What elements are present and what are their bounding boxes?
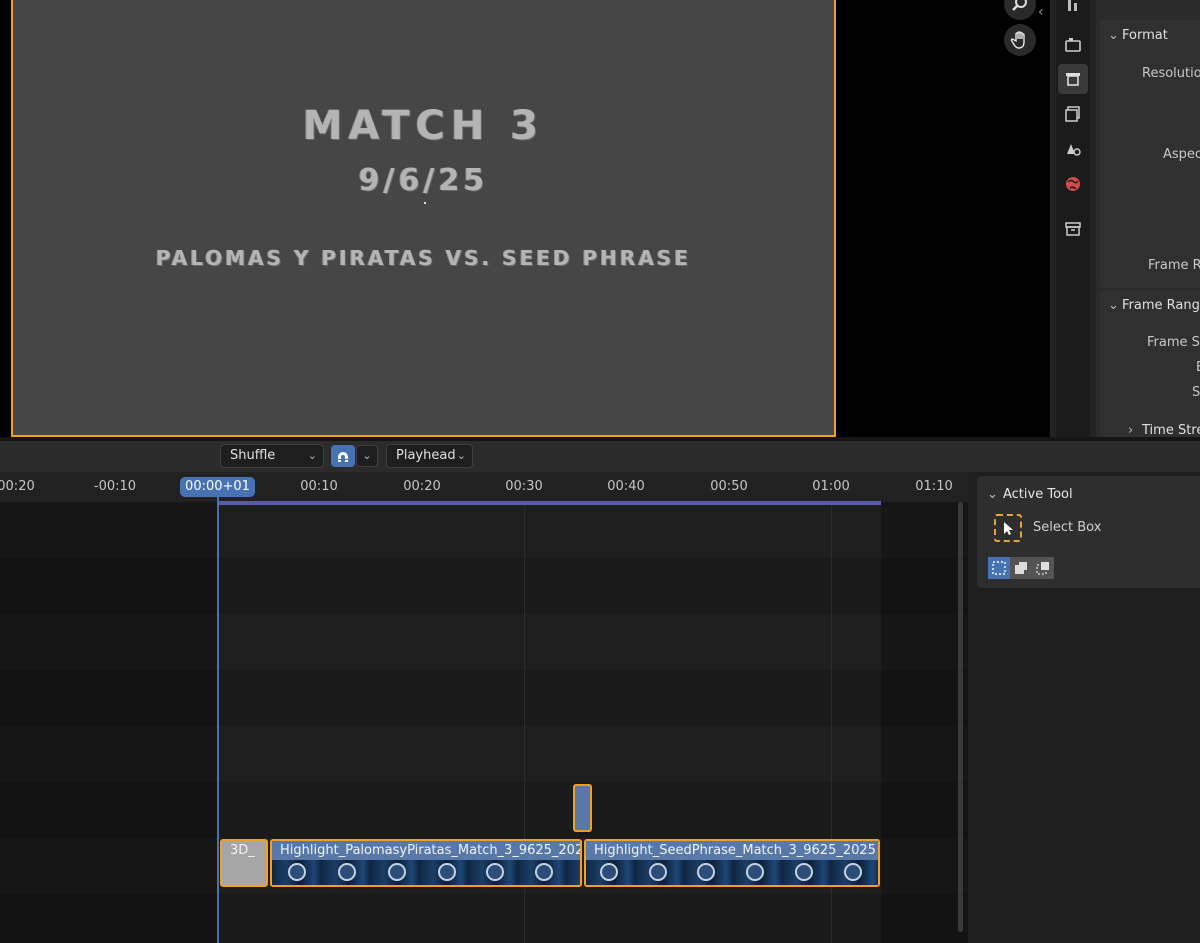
preview-canvas[interactable]: MATCH 3 9/6/25 PALOMAS Y PIRATAS VS. SEE… — [11, 0, 836, 437]
preview-origin-dot — [424, 202, 426, 204]
tick-label: 00:10 — [300, 479, 338, 494]
format-panel: ⌄ Format Resolutio Aspec Frame R — [1100, 20, 1200, 288]
sidebar-toggle-icon[interactable]: ‹ — [1038, 2, 1048, 22]
active-tool-header[interactable]: ⌄ Active Tool — [987, 487, 1073, 502]
snap-to-value: Playhead — [396, 448, 456, 463]
select-mode-extend-button[interactable] — [1010, 557, 1032, 579]
resolution-label: Resolutio — [1142, 66, 1200, 81]
thumbnail-logo-icon — [697, 863, 715, 881]
playhead-line[interactable] — [217, 497, 219, 943]
frame-end-label: E — [1196, 360, 1200, 375]
tick-label: 00:50 — [710, 479, 748, 494]
thumbnail-logo-icon — [746, 863, 764, 881]
preview-area[interactable]: MATCH 3 9/6/25 PALOMAS Y PIRATAS VS. SEE… — [0, 0, 1050, 438]
sequencer-header: Shuffle ⌄ ⌄ Playhead ⌄ — [0, 441, 1200, 472]
frame-range-panel: ⌄Frame Rang Frame S E S ›Time Stre — [1100, 290, 1200, 450]
sequencer-timeline[interactable]: 00:20 -00:10 00:10 00:20 00:30 00:40 00:… — [0, 472, 968, 943]
thumbnail-logo-icon — [388, 863, 406, 881]
text-strip-label: 3D_ — [230, 843, 255, 858]
thumbnail-logo-icon — [600, 863, 618, 881]
magnet-icon[interactable] — [331, 445, 355, 467]
output-icon[interactable] — [1058, 64, 1088, 94]
time-stretch-header-label: Time Stre — [1142, 423, 1200, 438]
frame-rate-label: Frame R — [1148, 258, 1200, 273]
active-tool-name: Select Box — [1033, 520, 1102, 535]
small-strip[interactable] — [573, 784, 592, 832]
scene-icon[interactable] — [1058, 134, 1088, 164]
out-of-range-region — [881, 502, 968, 943]
out-of-range-region — [0, 502, 219, 943]
collection-icon[interactable] — [1058, 214, 1088, 244]
chevron-down-icon: ⌄ — [456, 449, 466, 462]
overlap-mode-value: Shuffle — [230, 448, 276, 463]
thumbnail-logo-icon — [844, 863, 862, 881]
chevron-down-icon: ⌄ — [987, 487, 998, 502]
preview-teams: PALOMAS Y PIRATAS VS. SEED PHRASE — [156, 246, 691, 270]
strip-thumbnails — [586, 860, 878, 885]
vertical-scrollbar[interactable] — [958, 502, 963, 932]
snap-options-chevron-icon[interactable]: ⌄ — [356, 445, 378, 467]
movie-strip-label: Highlight_SeedPhrase_Match_3_9625_2025 — [586, 841, 878, 860]
thumbnail-logo-icon — [535, 863, 553, 881]
select-box-icon[interactable] — [994, 514, 1022, 542]
thumbnail-logo-icon — [795, 863, 813, 881]
select-mode-subtract-button[interactable] — [1032, 557, 1054, 579]
view-layer-icon[interactable] — [1058, 99, 1088, 129]
active-tool-header-label: Active Tool — [1003, 487, 1073, 502]
strip-thumbnails — [272, 860, 580, 885]
time-ruler[interactable]: 00:20 -00:10 00:10 00:20 00:30 00:40 00:… — [0, 472, 968, 502]
select-mode-new-button[interactable] — [988, 557, 1010, 579]
tick-label: 01:00 — [812, 479, 850, 494]
time-stretch-header[interactable]: › Time Stre — [1128, 423, 1200, 438]
thumbnail-logo-icon — [288, 863, 306, 881]
frame-step-label: S — [1192, 385, 1200, 400]
frame-range-header[interactable]: ⌄ Frame Rang — [1108, 298, 1200, 313]
snap-to-dropdown[interactable]: Playhead ⌄ — [386, 444, 473, 468]
movie-strip-palomas[interactable]: Highlight_PalomasyPiratas_Match_3_9625_2… — [270, 839, 582, 887]
hand-icon[interactable] — [1004, 24, 1036, 56]
tick-label: 01:10 — [915, 479, 953, 494]
format-header-label: Format — [1122, 28, 1168, 43]
tick-label: 00:40 — [607, 479, 645, 494]
overlap-mode-dropdown[interactable]: Shuffle ⌄ — [220, 444, 324, 468]
render-icon[interactable] — [1058, 30, 1088, 60]
tool-icon[interactable] — [1058, 0, 1088, 20]
current-time-indicator[interactable]: 00:00+01 — [180, 477, 255, 497]
thumbnail-logo-icon — [649, 863, 667, 881]
active-tool-panel: ⌄ Active Tool Select Box — [977, 476, 1200, 588]
thumbnail-logo-icon — [338, 863, 356, 881]
tick-label: 00:20 — [403, 479, 441, 494]
properties-editor: ⌄ Format Resolutio Aspec Frame R ⌄ Frame R… — [1050, 0, 1200, 450]
frame-range-bar — [219, 501, 881, 505]
tick-label: 00:30 — [505, 479, 543, 494]
chevron-down-icon: ⌄ — [307, 449, 317, 462]
preview-title: MATCH 3 — [302, 103, 545, 149]
format-panel-header[interactable]: ⌄ Format — [1108, 28, 1168, 43]
thumbnail-logo-icon — [486, 863, 504, 881]
preview-date: 9/6/25 — [358, 163, 489, 198]
tool-settings-panel: ⌄ Active Tool Select Box — [968, 472, 1200, 943]
text-strip[interactable]: 3D_ — [220, 839, 268, 887]
tick-label: 00:20 — [0, 479, 35, 494]
zoom-icon[interactable] — [1004, 0, 1036, 20]
aspect-label: Aspec — [1163, 147, 1200, 162]
world-icon[interactable] — [1058, 169, 1088, 199]
movie-strip-label: Highlight_PalomasyPiratas_Match_3_9625_2… — [272, 841, 580, 860]
movie-strip-seedphrase[interactable]: Highlight_SeedPhrase_Match_3_9625_2025 — [584, 839, 880, 887]
frame-range-header-label: Frame Rang — [1122, 298, 1200, 313]
properties-tabs — [1056, 0, 1090, 438]
frame-start-label: Frame S — [1147, 335, 1200, 350]
tick-label: -00:10 — [93, 479, 137, 494]
properties-panel: ⌄ Format Resolutio Aspec Frame R ⌄ Frame R… — [1096, 0, 1200, 450]
thumbnail-logo-icon — [438, 863, 456, 881]
